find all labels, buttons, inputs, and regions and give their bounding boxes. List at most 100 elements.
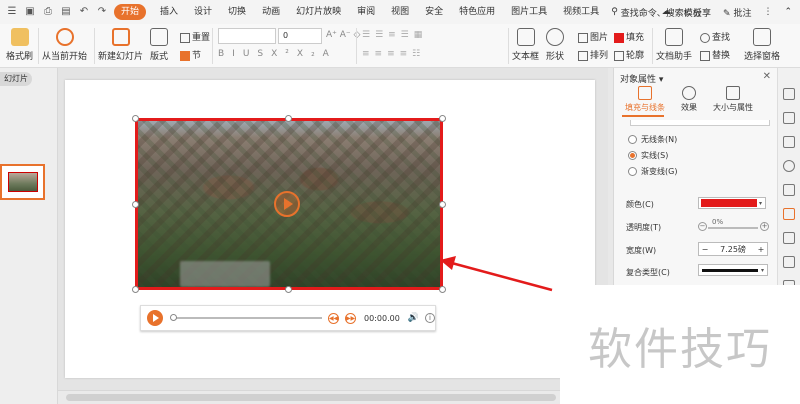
horizontal-scrollbar[interactable] [58, 390, 608, 404]
tab-slides[interactable]: 幻灯片 [0, 72, 32, 86]
font-style-buttons[interactable]: BIUSX²X₂A [218, 49, 337, 59]
picture-button[interactable]: 图片 [578, 30, 608, 43]
table-icon[interactable] [783, 256, 795, 268]
tab-animations[interactable]: 动画 [254, 0, 288, 24]
transition-icon[interactable] [783, 232, 795, 244]
info-icon[interactable]: i [425, 313, 435, 323]
increment-button[interactable]: + [755, 245, 767, 254]
radio-gradient-line[interactable]: 渐变线(G) [628, 166, 677, 177]
video-play-icon[interactable] [274, 191, 300, 217]
share-button[interactable]: ⇪ 分享 [683, 6, 711, 19]
arrange-button[interactable]: 排列 [578, 48, 608, 61]
slide-thumbnail-panel: 幻灯片 [0, 68, 58, 404]
slide[interactable]: ◀◀ ▶▶ 00:00.00 🔊 i [65, 80, 595, 378]
thumbnail-image [7, 172, 38, 192]
play-button[interactable] [147, 310, 163, 326]
tab-features[interactable]: 特色应用 [451, 0, 503, 24]
scrollbar-thumb[interactable] [66, 394, 556, 401]
undo-icon[interactable]: ↶ [78, 6, 90, 18]
video-progress-bar[interactable] [169, 314, 323, 321]
settings-icon[interactable] [783, 88, 795, 100]
font-size-select[interactable]: 0 [278, 28, 322, 44]
save-icon[interactable]: ▣ [24, 6, 36, 18]
properties-icon[interactable] [783, 208, 795, 220]
resize-handle-w[interactable] [132, 201, 139, 208]
tab-slideshow[interactable]: 幻灯片放映 [288, 0, 349, 24]
resize-handle-nw[interactable] [132, 115, 139, 122]
tab-insert[interactable]: 插入 [152, 0, 186, 24]
width-stepper[interactable]: − 7.25磅 + [698, 242, 768, 256]
resize-handle-n[interactable] [285, 115, 292, 122]
menu-icon[interactable]: ☰ [6, 6, 18, 18]
print-preview-icon[interactable]: ▤ [60, 6, 72, 18]
tab-picture-tools[interactable]: 图片工具 [503, 0, 555, 24]
shape-style-icon[interactable] [783, 160, 795, 172]
radio-button[interactable] [628, 135, 637, 144]
copy-icon[interactable] [783, 112, 795, 124]
width-value[interactable]: 7.25磅 [711, 244, 755, 255]
close-icon[interactable]: ✕ [763, 71, 771, 82]
layout-button[interactable]: 版式 [150, 28, 168, 62]
effects-icon [682, 86, 696, 100]
video-frame[interactable] [135, 118, 443, 290]
font-name-select[interactable] [218, 28, 276, 44]
resize-handle-se[interactable] [439, 286, 446, 293]
forward-icon[interactable]: ▶▶ [345, 312, 357, 324]
doc-assistant-button[interactable]: 文档助手 [656, 28, 692, 62]
tab-view[interactable]: 视图 [383, 0, 417, 24]
minus-icon[interactable]: − [698, 222, 707, 231]
print-icon[interactable]: ⎙ [42, 6, 54, 18]
tab-fill-line[interactable]: 填充与线条 [622, 86, 668, 113]
from-current-button[interactable]: 从当前开始 [42, 28, 87, 62]
resize-handle-e[interactable] [439, 201, 446, 208]
resize-handle-s[interactable] [285, 286, 292, 293]
select-pane-button[interactable]: 选择窗格 [744, 28, 780, 62]
format-painter-button[interactable]: 格式刷 [6, 28, 33, 62]
fill-button[interactable]: 填充 [614, 30, 644, 43]
paragraph-buttons[interactable]: ☰☰≡☰▦ [362, 30, 427, 40]
tab-home[interactable]: 开始 [114, 4, 147, 20]
reset-button[interactable]: 重置 [180, 30, 210, 43]
slider-track[interactable] [708, 227, 758, 229]
tab-security[interactable]: 安全 [417, 0, 451, 24]
slide-thumbnail[interactable] [0, 164, 45, 200]
compound-type-select[interactable]: ▾ [698, 264, 768, 276]
transparency-slider[interactable]: − 0% + [698, 218, 770, 234]
progress-knob[interactable] [169, 314, 177, 321]
decrement-button[interactable]: − [699, 245, 711, 254]
tab-size-properties[interactable]: 大小与属性 [708, 86, 758, 113]
animation-icon[interactable] [783, 184, 795, 196]
replace-button[interactable]: 替换 [700, 48, 730, 61]
align-buttons[interactable]: ≡≡≡≡☷ [362, 49, 425, 59]
comment-icon: ✎ [723, 8, 731, 19]
tab-transitions[interactable]: 切换 [220, 0, 254, 24]
annotate-button[interactable]: ✎ 批注 [723, 6, 751, 19]
rewind-icon[interactable]: ◀◀ [328, 312, 340, 324]
find-button[interactable]: 查找 [700, 30, 730, 43]
tab-video-tools[interactable]: 视频工具 [555, 0, 607, 24]
tab-design[interactable]: 设计 [186, 0, 220, 24]
new-slide-button[interactable]: 新建幻灯片 [98, 28, 143, 62]
outline-button[interactable]: 轮廓 [614, 48, 644, 61]
radio-button[interactable] [628, 167, 637, 176]
picture-icon [578, 32, 588, 43]
line-color-picker[interactable]: ▾ [698, 197, 766, 209]
tab-review[interactable]: 审阅 [349, 0, 383, 24]
redo-icon[interactable]: ↷ [96, 6, 108, 18]
radio-button[interactable] [628, 151, 637, 160]
panel-title: 对象属性 ▾ [620, 75, 664, 85]
tab-effects[interactable]: 效果 [674, 86, 704, 113]
section-button[interactable]: 节 [180, 48, 201, 61]
radio-no-line[interactable]: 无线条(N) [628, 134, 677, 145]
cloud-icon[interactable]: ☁ [662, 7, 671, 17]
volume-icon[interactable]: 🔊 [408, 313, 419, 323]
plus-icon[interactable]: + [760, 222, 769, 231]
resize-handle-ne[interactable] [439, 115, 446, 122]
shape-button[interactable]: 形状 [546, 28, 564, 62]
resize-handle-sw[interactable] [132, 286, 139, 293]
textbox-button[interactable]: 文本框 [512, 28, 539, 62]
radio-solid-line[interactable]: 实线(S) [628, 150, 668, 161]
collapse-icon[interactable]: ⌃ [784, 7, 792, 17]
more-icon[interactable]: ⋮ [763, 7, 772, 17]
link-icon[interactable] [783, 136, 795, 148]
